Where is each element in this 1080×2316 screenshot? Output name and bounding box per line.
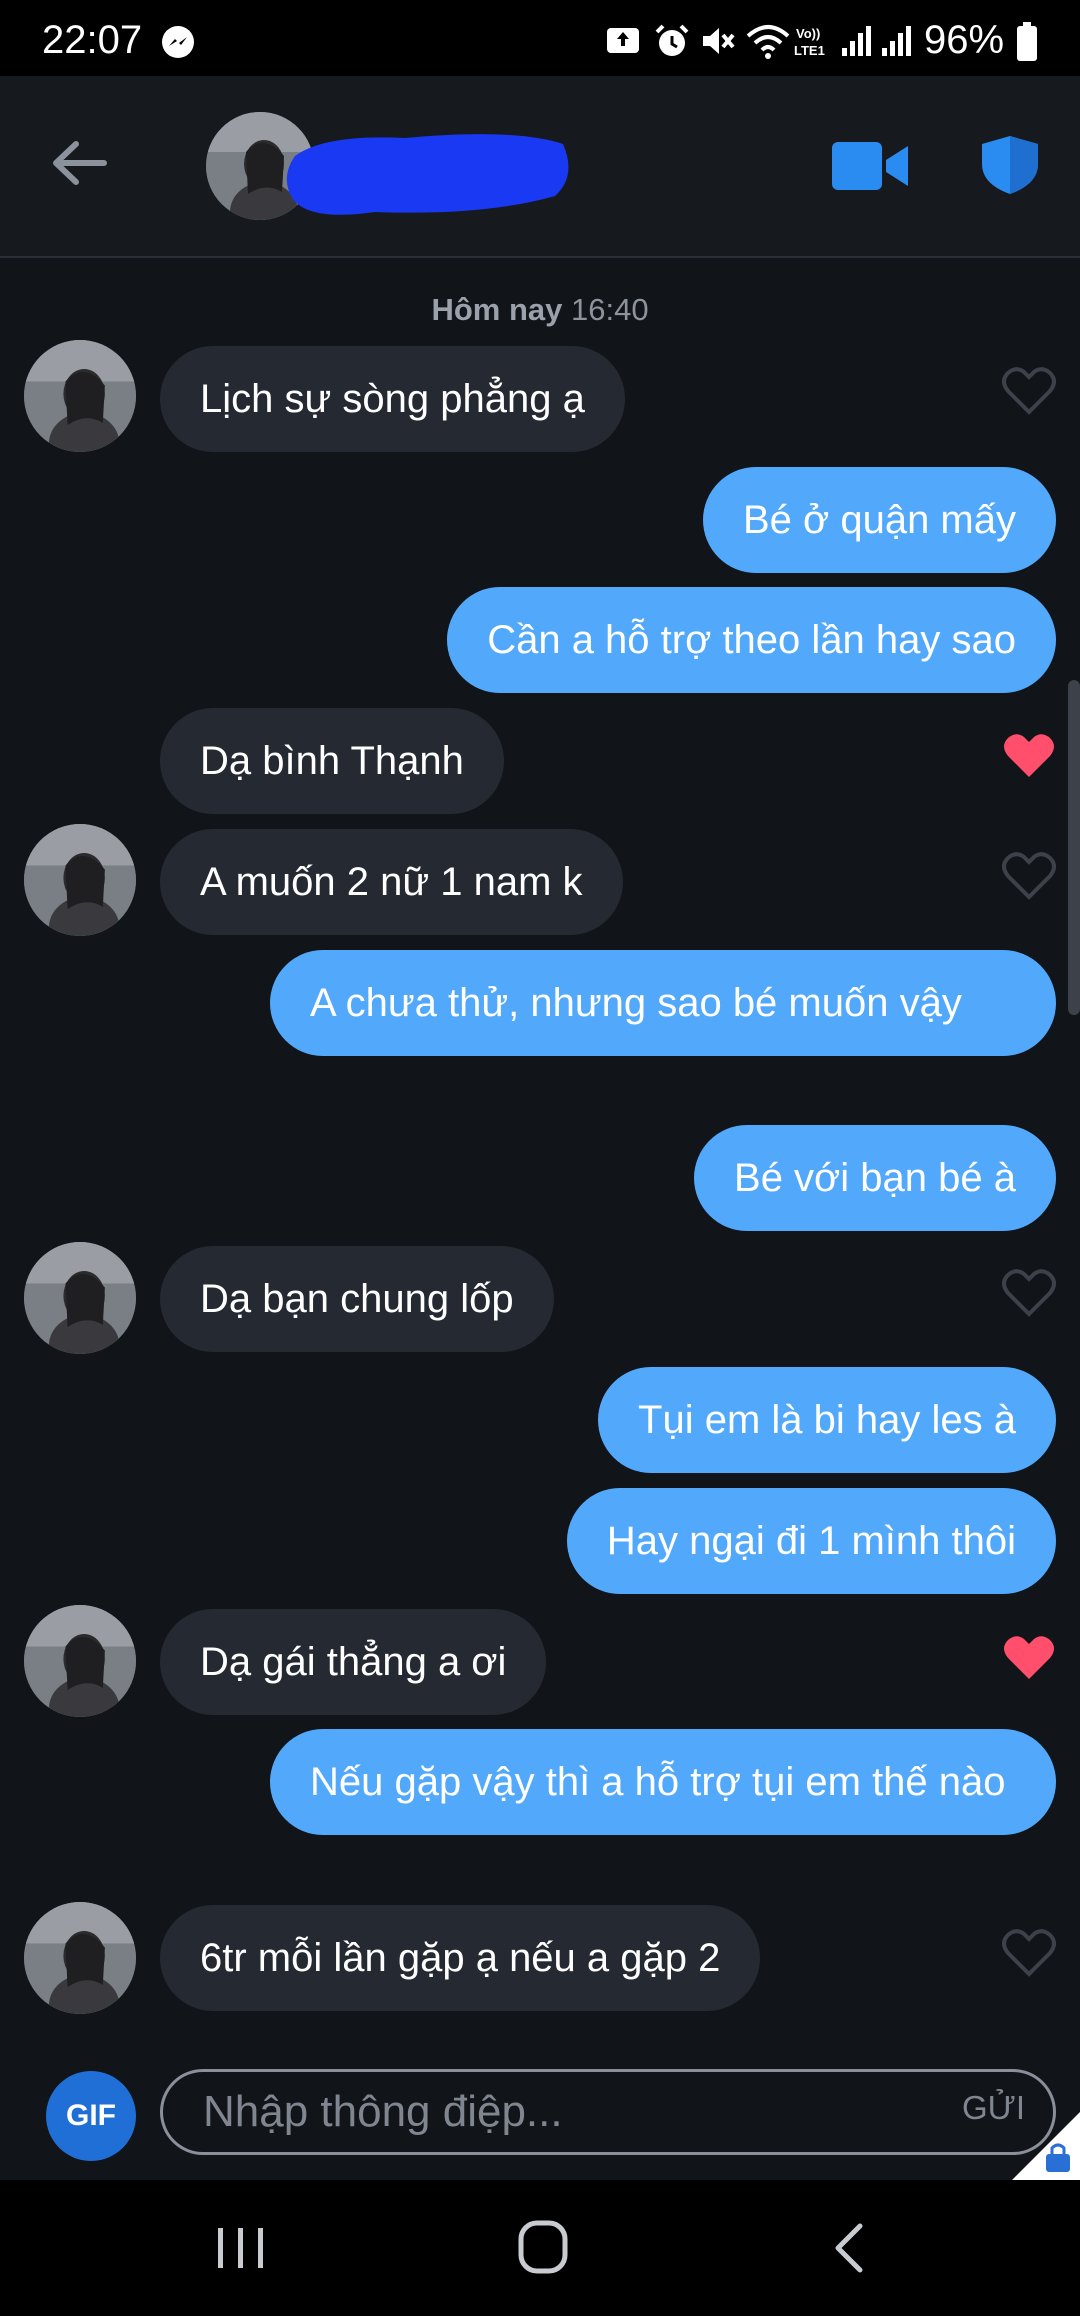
upload-icon bbox=[607, 28, 639, 53]
heart-outline-icon[interactable] bbox=[1002, 1929, 1056, 1977]
volte-icon: Vo)) LTE1 bbox=[794, 26, 825, 58]
sender-avatar[interactable] bbox=[24, 824, 136, 936]
heart-filled-icon[interactable] bbox=[1002, 732, 1056, 780]
message-bubble-outgoing[interactable]: Bé với bạn bé à bbox=[694, 1125, 1056, 1231]
avatar-photo bbox=[24, 1242, 136, 1354]
avatar-photo bbox=[24, 340, 136, 452]
chat-header bbox=[0, 76, 1080, 258]
wifi-icon bbox=[746, 25, 790, 59]
message-bubble-incoming[interactable]: A muốn 2 nữ 1 nam k bbox=[160, 829, 623, 935]
alarm-icon bbox=[655, 24, 689, 56]
message-bubble-outgoing[interactable]: Tụi em là bi hay les à bbox=[598, 1367, 1056, 1473]
sender-avatar[interactable] bbox=[24, 340, 136, 452]
avatar-photo bbox=[24, 1902, 136, 2014]
lock-badge-icon bbox=[1010, 2112, 1080, 2182]
battery-percent: 96% bbox=[924, 18, 1005, 62]
back-arrow-icon[interactable] bbox=[44, 128, 114, 198]
message-bubble-incoming[interactable]: 6tr mỗi lần gặp ạ nếu a gặp 2 bbox=[160, 1905, 761, 2011]
sender-avatar[interactable] bbox=[24, 1242, 136, 1354]
heart-outline-icon[interactable] bbox=[1002, 1269, 1056, 1317]
mute-icon bbox=[703, 28, 735, 54]
messenger-icon bbox=[162, 26, 194, 58]
message-bubble-incoming[interactable]: Dạ gái thẳng a ơi bbox=[160, 1609, 547, 1715]
message-bubble-outgoing[interactable]: Hay ngại đi 1 mình thôi bbox=[566, 1488, 1056, 1594]
name-redaction bbox=[286, 134, 569, 215]
signal-icon bbox=[842, 26, 871, 56]
status-time: 22:07 bbox=[42, 18, 143, 62]
recent-apps-icon[interactable] bbox=[216, 2226, 266, 2270]
timestamp-time: 16:40 bbox=[570, 292, 649, 327]
message-bubble-outgoing[interactable]: A chưa thử, nhưng sao bé muốn vậy bbox=[270, 950, 1056, 1056]
heart-outline-icon[interactable] bbox=[1002, 852, 1056, 900]
sender-avatar[interactable] bbox=[24, 1605, 136, 1717]
message-bubble-incoming[interactable]: Dạ bạn chung lốp bbox=[160, 1246, 554, 1352]
message-input[interactable] bbox=[160, 2069, 1056, 2155]
back-icon[interactable] bbox=[832, 2222, 866, 2274]
scrollbar[interactable] bbox=[1068, 680, 1080, 1015]
svg-text:LTE1: LTE1 bbox=[794, 43, 825, 58]
heart-filled-icon[interactable] bbox=[1002, 1634, 1056, 1682]
status-bar: 22:07 Vo)) LTE1 96% bbox=[0, 0, 1080, 76]
svg-text:Vo)): Vo)) bbox=[796, 26, 820, 41]
avatar-photo bbox=[24, 1605, 136, 1717]
timestamp-day: Hôm nay bbox=[431, 292, 563, 327]
shield-icon[interactable] bbox=[980, 134, 1040, 196]
message-bubble-incoming[interactable]: Dạ bình Thạnh bbox=[160, 708, 504, 814]
chat-timestamp: Hôm nay 16:40 bbox=[0, 292, 1080, 328]
message-bubble-outgoing[interactable]: Nếu gặp vậy thì a hỗ trợ tụi em thế nào bbox=[270, 1729, 1056, 1835]
message-bubble-incoming[interactable]: Lịch sự sòng phẳng ạ bbox=[160, 346, 625, 452]
heart-outline-icon[interactable] bbox=[1002, 367, 1056, 415]
message-bubble-outgoing[interactable]: Bé ở quận mấy bbox=[702, 467, 1056, 573]
signal-icon bbox=[882, 26, 911, 56]
video-camera-icon[interactable] bbox=[830, 136, 910, 196]
gif-button[interactable]: GIF bbox=[46, 2071, 136, 2161]
battery-icon bbox=[1017, 22, 1037, 61]
avatar-photo bbox=[24, 824, 136, 936]
message-bubble-outgoing[interactable]: Cần a hỗ trợ theo lần hay sao bbox=[447, 587, 1056, 693]
message-composer: GIF GỬI bbox=[0, 2045, 1080, 2180]
sender-avatar[interactable] bbox=[24, 1902, 136, 2014]
home-icon[interactable] bbox=[518, 2220, 568, 2274]
system-nav-bar bbox=[0, 2180, 1080, 2316]
